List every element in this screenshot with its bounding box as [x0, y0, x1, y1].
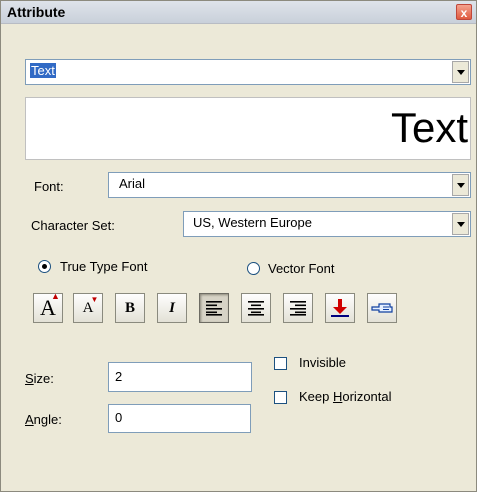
angle-value: 0	[115, 410, 123, 425]
anchor-arrow-icon	[331, 299, 349, 317]
truetype-label: True Type Font	[60, 259, 148, 274]
align-right-icon	[290, 301, 306, 316]
align-left-button[interactable]	[199, 293, 229, 323]
element-type-value: Text	[30, 63, 56, 78]
align-center-button[interactable]	[241, 293, 271, 323]
pick-text-button[interactable]	[367, 293, 397, 323]
align-left-icon	[206, 301, 222, 316]
size-input[interactable]: 2	[108, 362, 252, 392]
align-right-button[interactable]	[283, 293, 313, 323]
bold-button[interactable]: B	[115, 293, 145, 323]
vector-label: Vector Font	[268, 261, 335, 276]
font-label: Font:	[34, 179, 64, 194]
charset-label: Character Set:	[31, 218, 115, 233]
size-value: 2	[115, 369, 123, 384]
charset-value: US, Western Europe	[193, 215, 312, 230]
angle-label: Angle:	[25, 412, 62, 427]
decrease-font-size-icon: A ▼	[82, 294, 99, 316]
increase-font-size-icon: A ▲	[40, 291, 60, 320]
align-center-icon	[248, 301, 264, 316]
keep-horizontal-checkbox[interactable]	[274, 391, 287, 404]
angle-input[interactable]: 0	[108, 404, 251, 433]
dropdown-arrow-icon[interactable]	[452, 213, 469, 235]
attribute-window: Attribute x Text Text Font: Arial Charac…	[0, 0, 477, 492]
font-value: Arial	[119, 176, 146, 191]
dropdown-arrow-icon[interactable]	[452, 61, 469, 83]
anchor-position-button[interactable]	[325, 293, 355, 323]
decrease-font-size-button[interactable]: A ▼	[73, 293, 103, 323]
invisible-checkbox[interactable]	[274, 357, 287, 370]
increase-font-size-button[interactable]: A ▲	[33, 291, 63, 323]
close-icon[interactable]: x	[456, 4, 472, 20]
preview-text: Text	[390, 104, 468, 151]
size-label: Size:	[25, 371, 54, 386]
text-preview: Text	[25, 97, 471, 160]
pointing-hand-icon	[371, 303, 393, 313]
charset-select[interactable]: US, Western Europe	[183, 211, 471, 237]
window-title: Attribute	[7, 4, 66, 20]
element-type-select[interactable]: Text	[25, 59, 471, 85]
invisible-label: Invisible	[299, 355, 346, 370]
dropdown-arrow-icon[interactable]	[452, 174, 469, 196]
vector-radio[interactable]	[247, 262, 260, 275]
truetype-radio[interactable]	[38, 260, 51, 273]
font-select[interactable]: Arial	[108, 172, 471, 198]
keep-horizontal-label: Keep Horizontal	[299, 389, 392, 404]
italic-button[interactable]: I	[157, 293, 187, 323]
title-bar[interactable]: Attribute x	[1, 1, 476, 24]
